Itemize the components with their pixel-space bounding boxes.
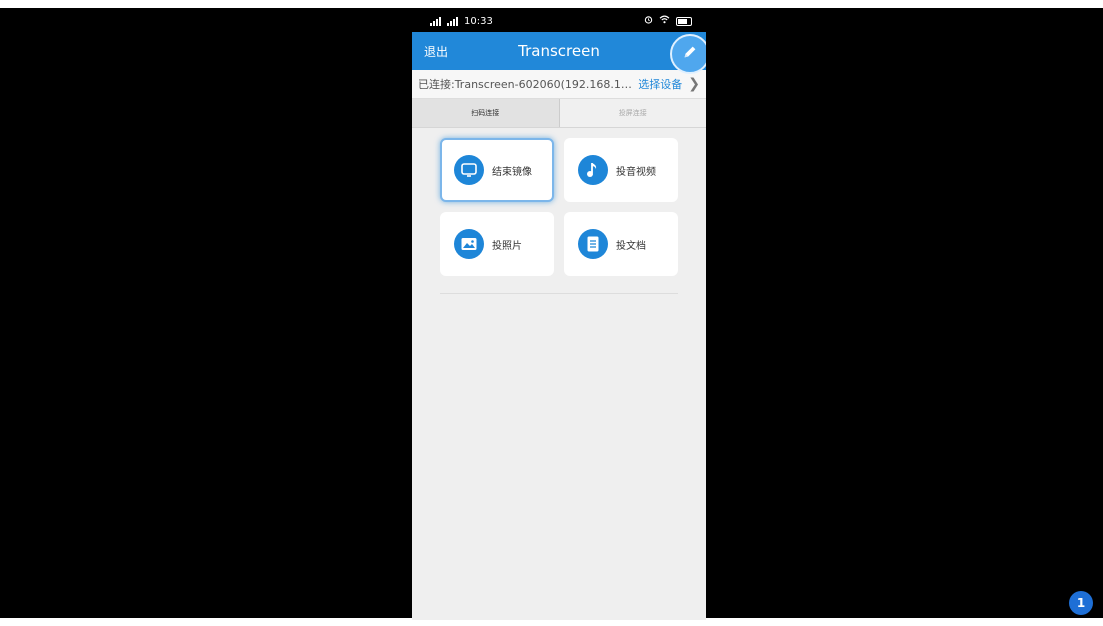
divider (440, 293, 678, 294)
image-icon (454, 229, 484, 259)
monitor-icon (454, 155, 484, 185)
exit-button[interactable]: 退出 (424, 43, 448, 60)
signal-icon (430, 16, 441, 26)
connection-row[interactable]: 已连接:Transcreen-602060(192.168.13··· 选择设备… (412, 70, 706, 99)
cast-audio-video-button[interactable]: 投音视频 (564, 138, 678, 202)
tab-bar: 扫码连接 投屏连接 (412, 99, 706, 128)
stop-mirror-button[interactable]: 结束镜像 (440, 138, 554, 202)
top-edge-strip (0, 0, 1103, 8)
status-right (644, 15, 692, 27)
battery-icon (676, 16, 692, 26)
select-device-link[interactable]: 选择设备 (638, 76, 682, 92)
cast-audio-video-label: 投音视频 (616, 166, 656, 178)
cast-document-button[interactable]: 投文档 (564, 212, 678, 276)
cast-photo-label: 投照片 (492, 240, 522, 252)
notification-badge[interactable]: 1 (1069, 591, 1093, 615)
music-note-icon (578, 155, 608, 185)
cast-photo-button[interactable]: 投照片 (440, 212, 554, 276)
wifi-icon (659, 15, 670, 27)
app-title: Transcreen (518, 42, 600, 60)
phone-screen: 10:33 退出 Transcreen 已连接:Transcreen-60206… (412, 10, 706, 620)
status-left: 10:33 (430, 16, 493, 27)
alarm-icon (644, 15, 653, 27)
cast-document-label: 投文档 (616, 240, 646, 252)
edit-button[interactable] (670, 34, 706, 74)
pencil-icon (681, 43, 699, 65)
chevron-right-icon: ❯ (688, 76, 700, 92)
status-time: 10:33 (464, 15, 493, 27)
action-grid: 结束镜像 投音视频 投照片 投文档 (440, 138, 678, 276)
app-bar: 退出 Transcreen (412, 32, 706, 74)
connection-status: 已连接:Transcreen-602060(192.168.13··· (418, 78, 633, 91)
tab-cast-connect[interactable]: 投屏连接 (558, 99, 706, 127)
document-icon (578, 229, 608, 259)
signal-icon-2 (447, 16, 458, 26)
stop-mirror-label: 结束镜像 (492, 166, 532, 178)
tab-scan-connect[interactable]: 扫码连接 (412, 99, 559, 127)
status-bar: 10:33 (412, 10, 706, 32)
